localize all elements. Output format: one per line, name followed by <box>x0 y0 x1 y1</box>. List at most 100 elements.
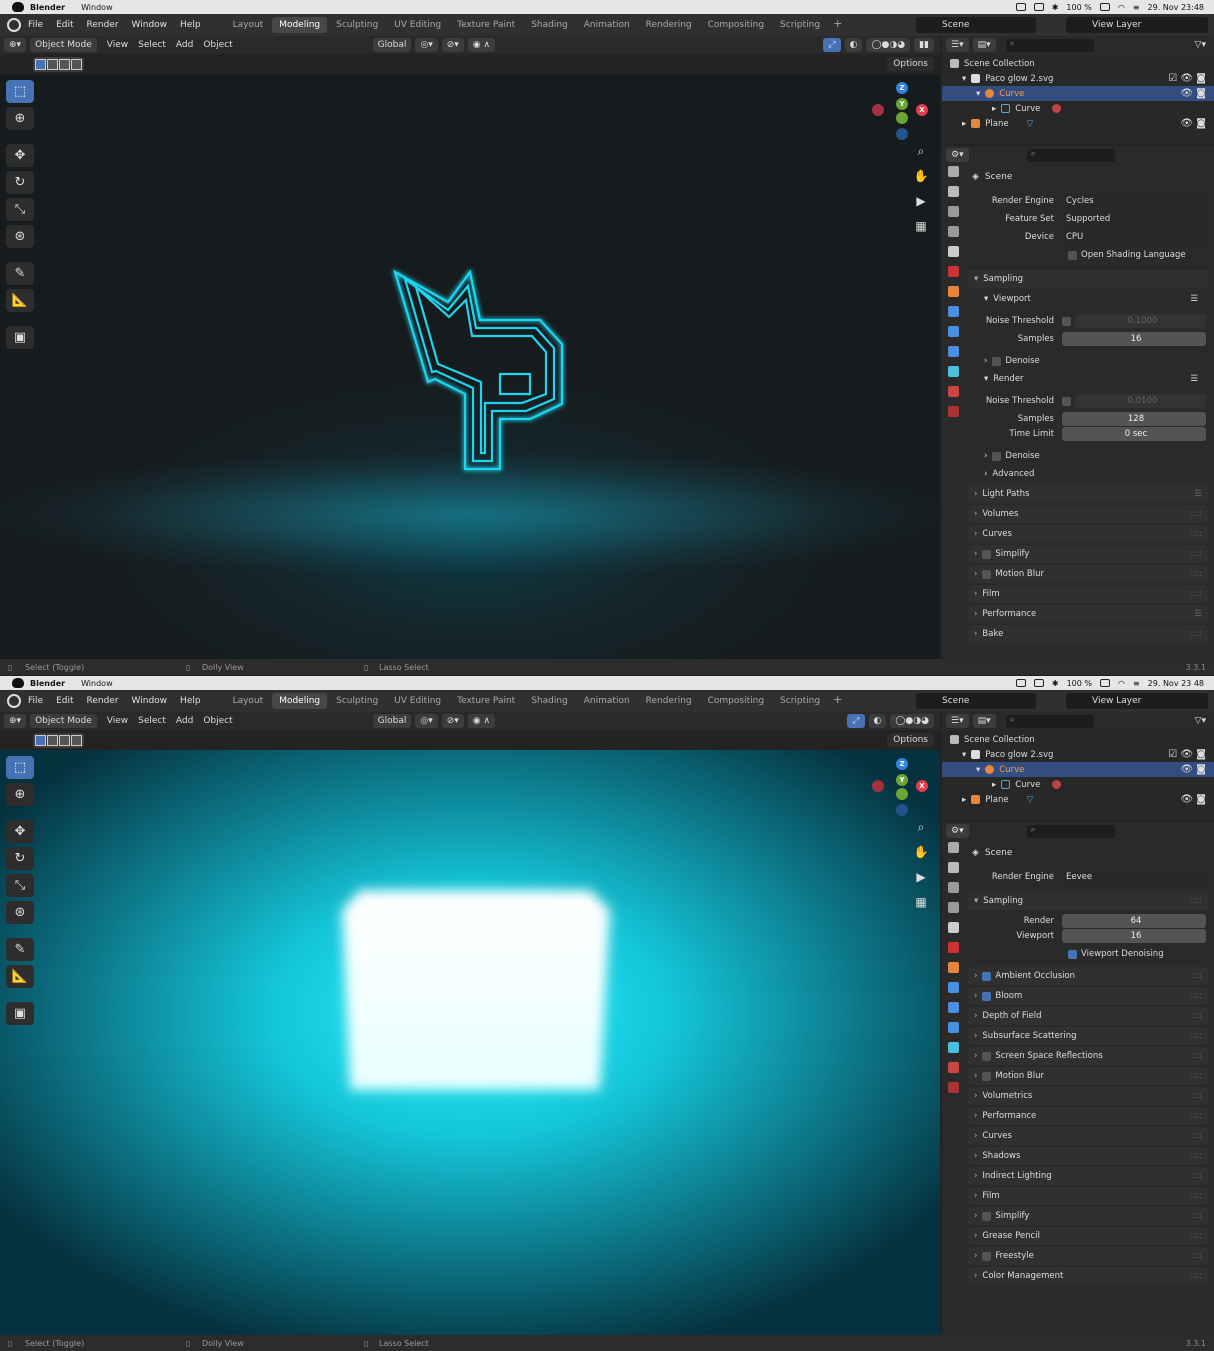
particles-tab-icon[interactable] <box>947 1002 959 1013</box>
gizmo-toggle-icon[interactable]: ⤢ <box>847 714 865 728</box>
pivot-icon[interactable]: ◎▾ <box>415 38 438 52</box>
expand-icon[interactable]: ▾ <box>976 765 980 775</box>
tab-uv-editing[interactable]: UV Editing <box>387 693 448 709</box>
outliner-scene-collection[interactable]: Scene Collection <box>942 732 1214 747</box>
blender-logo-icon[interactable] <box>7 694 21 708</box>
window-menu[interactable]: Window <box>81 679 113 688</box>
outliner-collection-row[interactable]: ▾ Paco glow 2.svg ☑ 👁 ◙ <box>942 71 1214 86</box>
outliner-curve-row[interactable]: ▾ Curve 👁 ◙ <box>942 762 1214 777</box>
overlay-icon[interactable]: ◐ <box>868 714 887 728</box>
wifi-icon[interactable]: ◠ <box>1118 3 1125 12</box>
render-tab-icon[interactable] <box>947 862 959 873</box>
app-name[interactable]: Blender <box>30 679 65 688</box>
freestyle-checkbox[interactable] <box>982 1251 992 1261</box>
tab-texture-paint[interactable]: Texture Paint <box>450 17 522 33</box>
vp-noise-threshold-field[interactable]: 0.1000 <box>1075 314 1206 328</box>
object-tab-icon[interactable] <box>947 286 959 297</box>
axis-y-icon[interactable]: Y <box>896 774 908 786</box>
menu-help[interactable]: Help <box>180 20 201 30</box>
axis-neg-y-icon[interactable] <box>896 112 908 124</box>
tab-animation[interactable]: Animation <box>577 17 637 33</box>
axis-neg-x-icon[interactable] <box>872 104 884 116</box>
pan-hand-icon[interactable]: ✋ <box>912 845 930 863</box>
volumetrics-panel[interactable]: › Volumetrics:::: <box>968 1087 1208 1105</box>
tab-modeling[interactable]: Modeling <box>272 693 328 709</box>
cursor-icon[interactable]: ⊕ <box>6 783 34 806</box>
view-layer-selector[interactable]: View Layer <box>1066 17 1208 33</box>
curves-panel[interactable]: › Curves:::: <box>968 1127 1208 1145</box>
render-subpanel[interactable]: ▾ Render ☰ <box>968 370 1208 388</box>
outliner-plane-row[interactable]: ▸ Plane ▽ 👁 ◙ <box>942 116 1214 131</box>
r-noise-threshold-field[interactable]: 0.0100 <box>1075 394 1206 408</box>
menu-render[interactable]: Render <box>87 696 119 706</box>
ambient-occlusion-checkbox[interactable] <box>982 971 992 981</box>
depth-of-field-panel[interactable]: › Depth of Field:::: <box>968 1007 1208 1025</box>
menu-select[interactable]: Select <box>138 40 166 50</box>
visibility-icons[interactable]: 👁 ◙ <box>1180 88 1206 99</box>
editor-type-button[interactable]: ⊕▾ <box>4 38 27 52</box>
transform-icon[interactable]: ⊛ <box>6 901 34 924</box>
modifier-tab-icon[interactable] <box>947 306 959 317</box>
display-mode-icon[interactable]: ▤▾ <box>972 714 996 728</box>
menu-help[interactable]: Help <box>180 696 201 706</box>
physics-tab-icon[interactable] <box>947 346 959 357</box>
select-intersect-icon[interactable] <box>71 58 82 70</box>
r-noise-threshold-checkbox[interactable] <box>1062 396 1071 406</box>
pause-render-icon[interactable]: ▮▮ <box>914 38 934 52</box>
proportional-edit-icon[interactable]: ◉ ∧ <box>467 38 496 52</box>
tab-compositing[interactable]: Compositing <box>701 17 771 33</box>
menu-file[interactable]: File <box>28 20 43 30</box>
outliner-search-input[interactable]: ⌕ <box>1005 38 1094 52</box>
add-cube-icon[interactable]: ▣ <box>6 1002 34 1025</box>
tab-uv-editing[interactable]: UV Editing <box>387 17 448 33</box>
control-center-icon[interactable]: ≡ <box>1133 3 1140 12</box>
osl-row[interactable]: Open Shading Language <box>968 246 1208 264</box>
tab-compositing[interactable]: Compositing <box>701 693 771 709</box>
outliner-editor-icon[interactable]: ☰▾ <box>946 38 969 52</box>
shading-modes[interactable]: ◯●◑◕ <box>866 38 911 52</box>
output-tab-icon[interactable] <box>947 206 959 217</box>
modifier-tab-icon[interactable] <box>947 982 959 993</box>
move-icon[interactable]: ✥ <box>6 144 34 167</box>
list-icon[interactable]: ☰ <box>1190 374 1198 384</box>
axis-z-icon[interactable]: Z <box>896 82 908 94</box>
tab-layout[interactable]: Layout <box>226 17 271 33</box>
transform-icon[interactable]: ⊛ <box>6 225 34 248</box>
expand-icon[interactable]: ▾ <box>962 74 966 84</box>
render-engine-dropdown[interactable]: Eevee <box>1062 870 1206 884</box>
simplify-panel[interactable]: › Simplify:::: <box>968 545 1208 563</box>
osl-checkbox[interactable] <box>1068 250 1077 260</box>
motion-blur-panel[interactable]: › Motion Blur:::: <box>968 565 1208 583</box>
world-tab-icon[interactable] <box>947 266 959 277</box>
bloom-panel[interactable]: › Bloom:::: <box>968 987 1208 1005</box>
simplify-panel[interactable]: › Simplify:::: <box>968 1207 1208 1225</box>
texture-tab-icon[interactable] <box>947 1082 959 1093</box>
outliner-curve-data-row[interactable]: ▸ Curve <box>942 777 1214 792</box>
tab-scripting[interactable]: Scripting <box>773 17 827 33</box>
snap-icon[interactable]: ⊘▾ <box>441 714 464 728</box>
selection-mode-buttons[interactable] <box>33 56 84 72</box>
snap-icon[interactable]: ⊘▾ <box>441 38 464 52</box>
properties-editor-icon[interactable]: ⚙▾ <box>946 824 969 838</box>
orientation-dropdown[interactable]: Global <box>372 714 412 728</box>
sampling-panel[interactable]: ▾ Sampling <box>968 270 1208 288</box>
outliner-plane-row[interactable]: ▸ Plane ▽ 👁 ◙ <box>942 792 1214 807</box>
outliner-collection-row[interactable]: ▾ Paco glow 2.svg ☑ 👁 ◙ <box>942 747 1214 762</box>
rotate-icon[interactable]: ↻ <box>6 847 34 870</box>
properties-search-input[interactable]: ⌕ <box>1026 148 1115 162</box>
measure-icon[interactable]: 📐 <box>6 965 34 988</box>
add-cube-icon[interactable]: ▣ <box>6 326 34 349</box>
menu-edit[interactable]: Edit <box>56 696 73 706</box>
tab-modeling[interactable]: Modeling <box>272 17 328 33</box>
zoom-icon[interactable]: ⌕ <box>912 820 930 838</box>
menu-add[interactable]: Add <box>176 716 193 726</box>
material-tab-icon[interactable] <box>947 386 959 397</box>
navigation-gizmo[interactable]: Z Y X <box>868 756 930 818</box>
motion-blur-panel[interactable]: › Motion Blur:::: <box>968 1067 1208 1085</box>
menu-view[interactable]: View <box>107 716 128 726</box>
tab-rendering[interactable]: Rendering <box>639 17 699 33</box>
zoom-icon[interactable]: ⌕ <box>912 144 930 162</box>
axis-neg-z-icon[interactable] <box>896 804 908 816</box>
viewport-samples-field[interactable]: 16 <box>1062 929 1206 943</box>
menu-object[interactable]: Object <box>203 40 232 50</box>
